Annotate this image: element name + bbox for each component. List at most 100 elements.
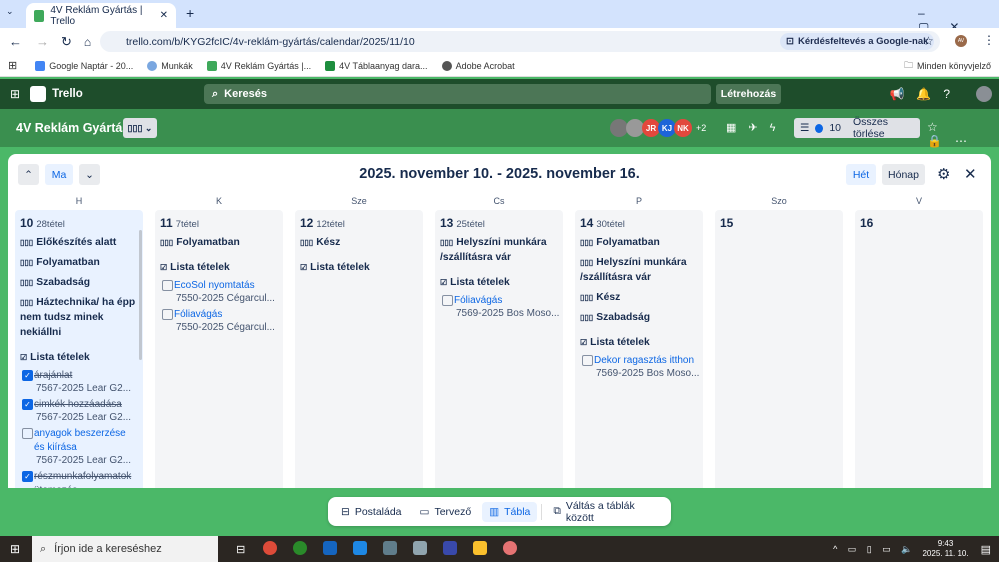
notifications-icon[interactable]: ▤ — [981, 543, 991, 556]
checkbox[interactable] — [582, 355, 593, 366]
checklist-item-text[interactable]: Fóliavágás — [454, 294, 502, 308]
card-name[interactable]: 7569-2025 Bos Moso... — [440, 308, 559, 319]
day-column[interactable]: 10 28tétel ▯▯▯ Előkészítés alatt ▯▯▯ Folyamat… — [15, 210, 143, 488]
checklist-item[interactable]: Dekor ragasztás itthon — [580, 354, 698, 368]
clock[interactable]: 9:43 2025. 11. 10. — [922, 539, 968, 559]
day-column[interactable]: 12 12tétel ▯▯▯ Kész ☑ Lista tételek — [295, 210, 423, 488]
list-entry[interactable]: ▯▯▯ Folyamatban — [580, 235, 698, 250]
forward-icon[interactable]: → — [36, 34, 49, 49]
list-entry[interactable]: ▯▯▯ Kész — [300, 235, 418, 250]
user-avatar[interactable] — [976, 86, 992, 102]
all-bookmarks[interactable]: 🗀 Minden könyvjelző — [904, 58, 991, 74]
close-tab-icon[interactable]: ✕ — [160, 10, 168, 21]
card-name[interactable]: 7550-2025 Cégarcul... — [160, 293, 278, 304]
list-entry[interactable]: ▯▯▯ Háztechnika/ ha épp nem tudsz minek n… — [20, 295, 138, 340]
task-view-icon[interactable]: ⊟ — [236, 543, 245, 556]
checklist-item-text[interactable]: Fóliavágás — [174, 308, 222, 322]
card-name[interactable]: 7567-2025 Lear G2... — [20, 412, 138, 423]
apps-icon[interactable]: ⊞ — [8, 59, 17, 72]
list-entry[interactable]: ▯▯▯ Előkészítés alatt — [20, 235, 138, 250]
checklist-item-text[interactable]: árajánlat — [34, 369, 72, 383]
checklist-item-text[interactable]: cimkék hozzáadása — [34, 398, 122, 412]
list-entry[interactable]: ▯▯▯ Helyszíni munkára /szállításra vár — [440, 235, 558, 265]
checklist-item[interactable]: EcoSol nyomtatás — [160, 279, 278, 293]
header-icons[interactable]: 📢🔔? — [889, 87, 962, 101]
checklist-item[interactable]: anyagok beszerzése és kiírása — [20, 427, 138, 455]
day-column[interactable]: 14 30tétel ▯▯▯ Folyamatban ▯▯▯ Helyszíni munk… — [575, 210, 703, 488]
nav-board[interactable]: ▥ Tábla — [482, 501, 538, 522]
checklist-item-text[interactable]: Dekor ragasztás itthon — [594, 354, 694, 368]
bookmark-sheet[interactable]: 4V Táblaanyag dara... — [325, 60, 428, 71]
checkbox[interactable] — [442, 295, 453, 306]
nav-switch-boards[interactable]: ⧉ Váltás a táblák között — [546, 496, 665, 528]
view-switcher-button[interactable]: ▯▯▯ ⌄ — [123, 118, 157, 138]
close-icon[interactable]: ✕ — [964, 165, 977, 183]
checklist-item[interactable]: Fóliavágás — [440, 294, 558, 308]
checklist-item[interactable]: ✓részmunkafolyamatok ütemezés — [20, 470, 138, 488]
bookmark-google-calendar[interactable]: Google Naptár - 20... — [35, 60, 133, 71]
board-name[interactable]: 4V Reklám Gyártás — [16, 121, 129, 135]
list-entry[interactable]: ▯▯▯ Helyszíni munkára /szállításra vár — [580, 255, 698, 285]
scrollbar[interactable] — [139, 230, 142, 360]
week-view-button[interactable]: Hét — [846, 164, 876, 185]
card-name[interactable]: 7550-2025 Cégarcul... — [160, 322, 278, 333]
day-number: 13 — [440, 216, 454, 230]
bookmark-trello[interactable]: 4V Reklám Gyártás |... — [206, 60, 311, 71]
powerup-icons[interactable]: ▦✈ϟ — [726, 121, 787, 134]
list-entry[interactable]: ▯▯▯ Szabadság — [20, 275, 138, 290]
profile-avatar[interactable]: AV — [955, 35, 967, 47]
checkbox[interactable] — [162, 309, 173, 320]
home-icon[interactable]: ⌂ — [84, 35, 91, 49]
list-entry[interactable]: ▯▯▯ Kész — [580, 290, 698, 305]
bookmark-munkak[interactable]: Munkák — [147, 60, 193, 71]
taskbar-apps[interactable] — [255, 540, 525, 558]
tab-list-icon[interactable]: ⌄ — [6, 6, 14, 17]
google-lens-button[interactable]: ⊡ Kérdésfeltevés a Google-nak — [780, 33, 935, 50]
list-entry[interactable]: ▯▯▯ Folyamatban — [20, 255, 138, 270]
day-column[interactable]: 13 25tétel ▯▯▯ Helyszíni munkára /szállítás… — [435, 210, 563, 488]
month-view-button[interactable]: Hónap — [882, 164, 925, 185]
menu-icon[interactable]: ⋮ — [983, 33, 995, 47]
checkbox[interactable] — [162, 280, 173, 291]
browser-tab[interactable]: 4V Reklám Gyártás | Trello ✕ — [26, 3, 176, 28]
more-members[interactable]: +2 — [696, 123, 706, 133]
taskbar-search[interactable]: ⌕ Írjon ide a kereséshez — [32, 536, 218, 562]
member-avatar[interactable]: NK — [674, 119, 692, 137]
card-name[interactable]: 7567-2025 Lear G2... — [20, 383, 138, 394]
system-tray-icons[interactable]: ^ ▭ ▯ ▭ 🔈 — [833, 544, 916, 555]
checklist-item[interactable]: ✓ árajánlat — [20, 369, 138, 383]
card-name[interactable]: 7569-2025 Bos Moso... — [580, 368, 699, 379]
back-icon[interactable]: ← — [9, 34, 22, 49]
checklist-item-text[interactable]: anyagok beszerzése és kiírása — [34, 427, 138, 455]
checkbox[interactable]: ✓ — [22, 399, 33, 410]
create-button[interactable]: Létrehozás — [716, 84, 781, 104]
board-members[interactable]: JR KJ NK +2 — [610, 119, 706, 137]
checklist-item-text[interactable]: részmunkafolyamatok ütemezés — [34, 470, 138, 488]
list-entry[interactable]: ▯▯▯ Folyamatban — [160, 235, 278, 250]
checkbox[interactable]: ✓ — [22, 471, 33, 482]
checkbox[interactable]: ✓ — [22, 370, 33, 381]
checklist-item-text[interactable]: EcoSol nyomtatás — [174, 279, 255, 293]
day-column[interactable]: 11 7tétel ▯▯▯ Folyamatban ☑ Lista tételek EcoS… — [155, 210, 283, 488]
bookmark-star-icon[interactable]: ☆ — [923, 34, 934, 48]
settings-gear-icon[interactable]: ⚙ — [937, 165, 950, 183]
clear-all-filters[interactable]: Összes törlése — [853, 116, 914, 140]
list-entry[interactable]: ▯▯▯ Szabadság — [580, 310, 698, 325]
windows-start-icon[interactable]: ⊞ — [10, 542, 20, 556]
trello-logo[interactable]: Trello — [52, 88, 83, 100]
checkbox[interactable] — [22, 428, 33, 439]
app-switcher-icon[interactable]: ⊞ — [10, 87, 20, 101]
filter-button[interactable]: ☰ 10 Összes törlése — [794, 116, 920, 140]
reload-icon[interactable]: ↻ — [61, 34, 72, 50]
day-column[interactable]: 16 — [855, 210, 983, 488]
star-lock-more-icons[interactable]: ☆🔒⋯ — [927, 120, 999, 148]
new-tab-button[interactable]: + — [186, 5, 194, 21]
nav-planner[interactable]: ▭ Tervező — [413, 502, 479, 522]
bookmark-acrobat[interactable]: Adobe Acrobat — [441, 60, 515, 71]
search-input[interactable]: ⌕ Keresés — [204, 84, 711, 104]
checklist-item[interactable]: Fóliavágás — [160, 308, 278, 322]
day-column[interactable]: 15 — [715, 210, 843, 488]
checklist-item[interactable]: ✓ cimkék hozzáadása — [20, 398, 138, 412]
card-name[interactable]: 7567-2025 Lear G2... — [20, 455, 138, 466]
nav-inbox[interactable]: ⊟ Postaláda — [334, 502, 409, 522]
